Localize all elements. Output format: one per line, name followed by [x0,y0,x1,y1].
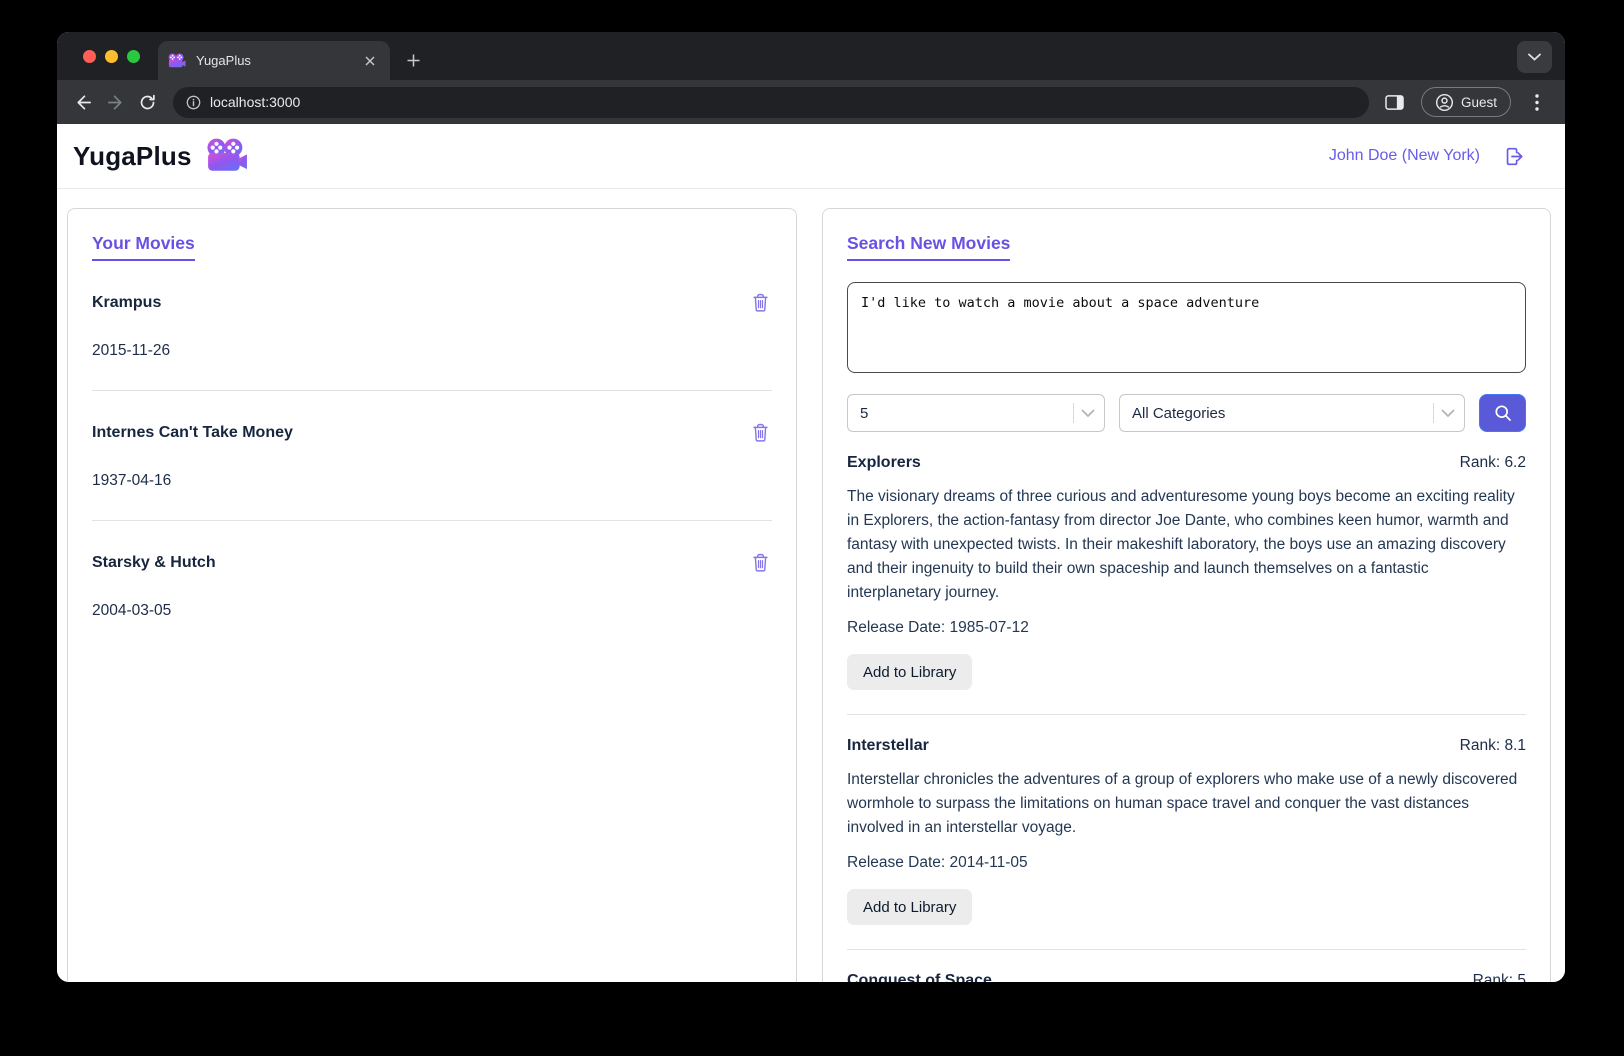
back-icon[interactable] [67,86,99,118]
search-result: Explorers Rank: 6.2 The visionary dreams… [847,432,1526,715]
site-info-icon[interactable] [186,95,201,110]
select-divider [1433,403,1434,423]
search-heading: Search New Movies [847,233,1526,261]
delete-movie-trash-icon[interactable] [751,422,770,443]
library-movie-row: Internes Can't Take Money 1937-04-16 [92,391,772,521]
movie-release-date: 2004-03-05 [92,602,770,620]
result-release-date: Release Date: 1985-07-12 [847,619,1526,637]
logout-icon[interactable] [1502,145,1525,168]
magnifier-icon [1493,403,1513,423]
profile-button[interactable]: Guest [1421,87,1511,117]
library-movie-row: Krampus 2015-11-26 [92,261,772,391]
result-description: The visionary dreams of three curious an… [847,485,1526,605]
app-header: YugaPlus John Doe (New York) [57,124,1565,189]
guest-label: Guest [1461,95,1497,110]
search-controls: 5 All Categories [847,394,1526,432]
movie-release-date: 1937-04-16 [92,472,770,490]
minimize-window-button[interactable] [105,50,118,63]
library-movie-row: Starsky & Hutch 2004-03-05 [92,521,772,650]
movie-release-date: 2015-11-26 [92,342,770,360]
chevron-down-icon [1081,409,1095,418]
window-controls [83,50,140,63]
result-release-date: Release Date: 2014-11-05 [847,854,1526,872]
your-movies-heading: Your Movies [92,233,772,261]
app-logo-text: YugaPlus [73,141,192,172]
search-query-input[interactable]: I'd like to watch a movie about a space … [847,282,1526,373]
user-account-link[interactable]: John Doe (New York) [1329,147,1480,165]
delete-movie-trash-icon[interactable] [751,552,770,573]
delete-movie-trash-icon[interactable] [751,292,770,313]
url-text: localhost:3000 [210,94,300,110]
tab-title: YugaPlus [196,53,360,68]
result-description: Interstellar chronicles the adventures o… [847,768,1526,840]
toolbar-right: Guest [1379,86,1553,118]
browser-menu-icon[interactable] [1521,86,1553,118]
result-rank: Rank: 8.1 [1460,737,1526,755]
browser-tab[interactable]: YugaPlus [158,41,390,80]
address-bar[interactable]: localhost:3000 [173,87,1369,118]
tab-close-icon[interactable] [360,51,380,71]
result-rank: Rank: 5 [1473,972,1526,982]
add-to-library-button[interactable]: Add to Library [847,889,972,925]
select-divider [1073,403,1074,423]
main-content: Your Movies Krampus [57,189,1565,982]
zoom-window-button[interactable] [127,50,140,63]
result-rank: Rank: 6.2 [1460,454,1526,472]
chevron-down-icon [1441,409,1455,418]
your-movies-panel: Your Movies Krampus [67,208,797,982]
search-result: Conquest of Space Rank: 5 [847,950,1526,982]
page: YugaPlus John Doe (New York) [57,124,1565,982]
new-tab-button[interactable] [398,41,428,80]
movie-camera-logo-icon [206,138,248,174]
results-limit-select[interactable]: 5 [847,394,1105,432]
search-button[interactable] [1479,394,1526,432]
result-title: Conquest of Space [847,972,992,982]
movie-title: Internes Can't Take Money [92,424,293,442]
category-select[interactable]: All Categories [1119,394,1465,432]
close-window-button[interactable] [83,50,96,63]
search-panel: Search New Movies I'd like to watch a mo… [822,208,1551,982]
browser-window: YugaPlus [57,32,1565,982]
add-to-library-button[interactable]: Add to Library [847,654,972,690]
side-panel-icon[interactable] [1379,86,1411,118]
tab-search-chevron-button[interactable] [1517,41,1552,73]
tab-strip: YugaPlus [57,32,1565,80]
reload-icon[interactable] [131,86,163,118]
result-title: Interstellar [847,737,929,755]
movie-title: Starsky & Hutch [92,554,216,572]
guest-avatar-icon [1435,93,1454,112]
results-limit-value: 5 [860,405,1073,422]
forward-icon[interactable] [99,86,131,118]
browser-toolbar: localhost:3000 Guest [57,80,1565,124]
desktop: YugaPlus [0,0,1624,1056]
movie-camera-favicon [168,53,186,69]
result-title: Explorers [847,454,921,472]
category-value: All Categories [1132,405,1433,422]
movie-title: Krampus [92,294,161,312]
search-result: Interstellar Rank: 8.1 Interstellar chro… [847,715,1526,950]
